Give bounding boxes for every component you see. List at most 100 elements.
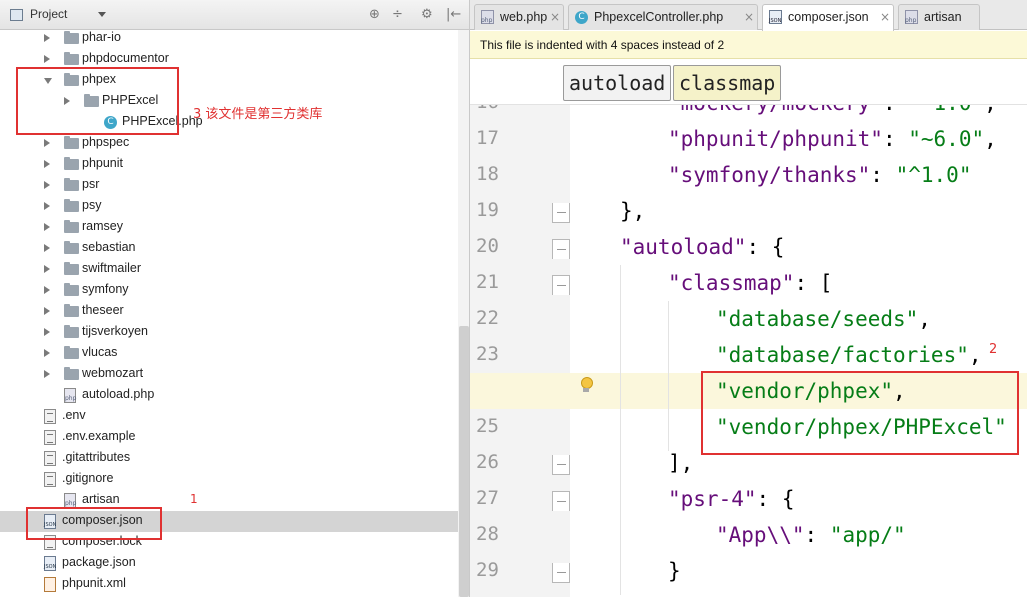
chevron-right-icon[interactable] <box>44 202 50 210</box>
chevron-right-icon[interactable] <box>44 139 50 147</box>
tree-item[interactable]: phar-io <box>0 28 469 49</box>
code-line[interactable]: "phpunit/phpunit": "~6.0", <box>668 127 997 151</box>
tree-item-label: .gitattributes <box>62 450 131 464</box>
fold-collapse-icon[interactable] <box>552 563 570 583</box>
chevron-right-icon[interactable] <box>44 370 50 378</box>
annotation-note-2: 2 <box>989 342 998 357</box>
editor-tab-label: artisan <box>924 10 962 24</box>
tree-item[interactable]: .gitignore <box>0 469 469 490</box>
code-line[interactable]: "psr-4": { <box>668 487 794 511</box>
chevron-right-icon[interactable] <box>44 307 50 315</box>
scroll-from-source-icon[interactable]: ⊕ <box>369 7 380 22</box>
annotation-note-3: 3 该文件是第三方类库 <box>193 107 323 122</box>
editor-tab[interactable]: composer.json × <box>762 4 894 31</box>
chevron-right-icon[interactable] <box>44 265 50 273</box>
indent-notice-text: This file is indented with 4 spaces inst… <box>480 38 725 52</box>
line-number-gutter: 1617181920212223242526272829 <box>470 89 570 597</box>
editor-tab[interactable]: artisan <box>898 4 980 30</box>
code-line[interactable]: } <box>668 559 681 583</box>
project-view-selector[interactable]: Project <box>30 7 67 21</box>
code-line[interactable]: "symfony/thanks": "^1.0" <box>668 163 971 187</box>
annotation-box-composer-json <box>26 507 162 540</box>
hide-panel-icon[interactable]: |← <box>446 7 461 22</box>
annotation-box-classmap-entries <box>701 371 1019 455</box>
code-line[interactable]: "classmap": [ <box>668 271 832 295</box>
folder-icon <box>64 325 79 338</box>
tree-item[interactable]: .env.example <box>0 427 469 448</box>
folder-icon <box>64 241 79 254</box>
tree-item[interactable]: vlucas <box>0 343 469 364</box>
tree-item[interactable]: package.json <box>0 553 469 574</box>
tree-item[interactable]: swiftmailer <box>0 259 469 280</box>
folder-icon <box>64 178 79 191</box>
tree-item[interactable]: psy <box>0 196 469 217</box>
breadcrumb: autoload classmap <box>470 59 1027 105</box>
fold-expand-icon[interactable] <box>552 239 570 259</box>
folder-icon <box>64 220 79 233</box>
tree-item-label: .env <box>62 408 86 422</box>
intention-bulb-icon[interactable] <box>580 377 593 395</box>
chevron-right-icon[interactable] <box>44 55 50 63</box>
chevron-down-icon[interactable] <box>98 12 106 17</box>
editor-tab-bar: web.php×CPhpexcelController.php×composer… <box>470 0 1027 31</box>
tree-item-label: swiftmailer <box>82 261 142 275</box>
tree-item[interactable]: .gitattributes <box>0 448 469 469</box>
tree-item[interactable]: sebastian <box>0 238 469 259</box>
tree-item-label: theseer <box>82 303 124 317</box>
collapse-all-icon[interactable]: ÷ <box>392 7 403 22</box>
chevron-right-icon[interactable] <box>44 349 50 357</box>
editor-tab[interactable]: C PhpexcelController.php × <box>568 4 758 30</box>
json-file-icon <box>44 556 56 571</box>
tree-item[interactable]: webmozart <box>0 364 469 385</box>
text-file-icon <box>44 430 56 445</box>
php-file-icon <box>481 10 494 24</box>
tree-item[interactable]: symfony <box>0 280 469 301</box>
chevron-right-icon[interactable] <box>44 328 50 336</box>
code-line[interactable]: "autoload": { <box>620 235 784 259</box>
tree-item[interactable]: phpunit.xml <box>0 574 469 595</box>
code-line[interactable]: "database/factories", <box>716 343 982 367</box>
chevron-right-icon[interactable] <box>44 181 50 189</box>
fold-expand-icon[interactable] <box>552 275 570 295</box>
chevron-right-icon[interactable] <box>44 34 50 42</box>
line-number: 23 <box>476 343 499 365</box>
gear-icon[interactable]: ⚙ <box>421 7 433 22</box>
code-line[interactable]: "App\\": "app/" <box>716 523 906 547</box>
close-icon[interactable]: × <box>550 10 560 24</box>
code-line[interactable]: }, <box>620 199 645 223</box>
tree-item[interactable]: phpunit <box>0 154 469 175</box>
chevron-right-icon[interactable] <box>44 286 50 294</box>
editor-area: web.php×CPhpexcelController.php×composer… <box>470 0 1027 597</box>
code-line[interactable]: "database/seeds", <box>716 307 931 331</box>
breadcrumb-classmap[interactable]: classmap <box>673 65 782 101</box>
tree-item-label: phpdocumentor <box>82 51 169 65</box>
tree-item[interactable]: ramsey <box>0 217 469 238</box>
fold-expand-icon[interactable] <box>552 491 570 511</box>
chevron-right-icon[interactable] <box>44 160 50 168</box>
line-number: 18 <box>476 163 499 185</box>
project-scrollbar-thumb[interactable] <box>459 326 469 597</box>
editor-tab[interactable]: web.php× <box>474 4 564 30</box>
line-number: 19 <box>476 199 499 221</box>
line-number: 27 <box>476 487 499 509</box>
tree-item[interactable]: autoload.php <box>0 385 469 406</box>
chevron-right-icon[interactable] <box>44 223 50 231</box>
breadcrumb-autoload[interactable]: autoload <box>563 65 672 101</box>
code-line[interactable]: ], <box>668 451 693 475</box>
chevron-right-icon[interactable] <box>44 244 50 252</box>
fold-collapse-icon[interactable] <box>552 455 570 475</box>
tree-item[interactable]: theseer <box>0 301 469 322</box>
folder-icon <box>64 136 79 149</box>
close-icon[interactable]: × <box>744 10 754 24</box>
editor-tab-label: web.php <box>500 10 548 24</box>
json-file-icon <box>769 10 782 24</box>
tree-item[interactable]: tijsverkoyen <box>0 322 469 343</box>
close-icon[interactable]: × <box>880 10 890 24</box>
tree-item[interactable]: psr <box>0 175 469 196</box>
tree-item[interactable]: phpspec <box>0 133 469 154</box>
project-panel-header: Project ⊕ ÷ ⚙ |← <box>0 0 469 30</box>
xml-file-icon <box>44 577 56 592</box>
fold-collapse-icon[interactable] <box>552 203 570 223</box>
tree-item[interactable]: .env <box>0 406 469 427</box>
tree-item-label: phpunit <box>82 156 124 170</box>
